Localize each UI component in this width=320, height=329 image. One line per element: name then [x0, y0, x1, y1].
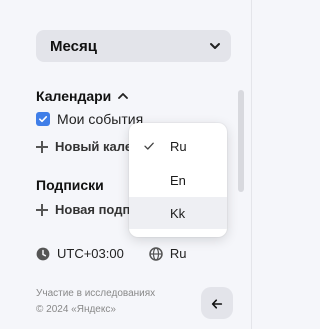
- sidebar-panel: Месяц Календари Мои события Новый календ…: [0, 0, 255, 329]
- plus-icon: [36, 203, 48, 216]
- view-select[interactable]: Месяц: [36, 30, 231, 62]
- language-label: Ru: [169, 246, 187, 261]
- view-select-value: Месяц: [50, 37, 97, 55]
- checkmark-icon: [129, 130, 169, 162]
- calendar-item-label: Мои события: [57, 111, 144, 127]
- subscriptions-title: Подписки: [36, 177, 104, 193]
- timezone-button[interactable]: UTC+03:00: [36, 246, 124, 261]
- plus-icon: [36, 140, 48, 153]
- checkbox-checked[interactable]: [36, 112, 50, 126]
- arrow-left-icon: [210, 296, 224, 310]
- calendars-title: Календари: [36, 88, 112, 104]
- collapse-sidebar-button[interactable]: [201, 287, 233, 319]
- language-menu: Ru En Kk: [129, 123, 227, 237]
- scrollbar-thumb[interactable]: [238, 90, 244, 192]
- timezone-label: UTC+03:00: [57, 246, 124, 261]
- footer: Участие в исследованиях © 2024 «Яндекс»: [36, 286, 155, 318]
- language-option-label: Ru: [170, 138, 187, 154]
- language-option-en[interactable]: En: [129, 164, 227, 196]
- calendar-item-my-events[interactable]: Мои события: [36, 111, 143, 127]
- research-link[interactable]: Участие в исследованиях: [36, 286, 155, 302]
- chevron-up-icon: [117, 90, 129, 102]
- settings-row: UTC+03:00 Ru: [36, 246, 186, 261]
- language-option-label: En: [170, 172, 186, 188]
- calendars-section-toggle[interactable]: Календари: [36, 88, 129, 104]
- sidebar-divider: [251, 0, 252, 329]
- copyright: © 2024 «Яндекс»: [36, 304, 116, 315]
- globe-icon: [149, 246, 163, 261]
- language-button[interactable]: Ru: [149, 246, 187, 261]
- language-option-kk[interactable]: Kk: [129, 197, 227, 229]
- language-option-ru[interactable]: Ru: [129, 130, 227, 162]
- chevron-down-icon: [209, 40, 221, 52]
- clock-icon: [36, 247, 50, 261]
- language-option-label: Kk: [170, 205, 186, 221]
